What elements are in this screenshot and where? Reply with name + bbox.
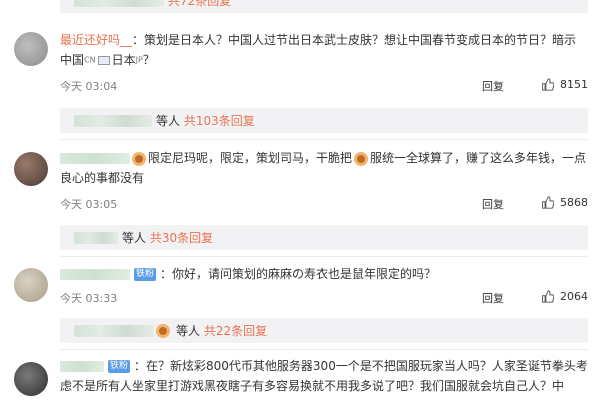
comment-content: 限定尼玛呢，限定，策划司马，干脆把 [148,151,353,165]
comment-text: 最近还好吗__：策划是日本人？中国人过节出日本武士皮肤？想让中国春节变成日本的节… [60,30,588,71]
reply-button[interactable]: 回复 [482,196,504,212]
like-button[interactable]: 8151 [541,78,588,91]
reply-summary-bar[interactable]: 等人 共103条回复 [60,108,588,133]
reply-summary-bar[interactable]: 共72条回复 [60,0,588,13]
reply-summary: 等人 共103条回复 [156,114,255,128]
reply-count-link[interactable]: 共22条回复 [204,324,267,338]
comment-content-end: ？ [142,53,155,67]
avatar[interactable] [14,362,48,396]
reply-summary-bar[interactable]: 等人 共22条回复 [60,318,588,343]
reply-summary: 等人 共30条回复 [122,231,214,245]
comment-text: 铁粉 ：在？新炫彩800代币其他服务器300一个是不把国服玩家当人吗？人家圣诞节拳… [60,356,588,396]
like-count: 2064 [560,290,588,303]
avatar[interactable] [14,268,48,302]
blurred-usernames [74,324,154,337]
sticker-icon [354,151,369,166]
comment-text: 限定尼玛呢，限定，策划司马，干脆把 服统一全球算了，赚了这么多年钱，一点良心的事都… [60,148,588,188]
username-link[interactable] [60,269,130,280]
reply-count-link[interactable]: 共72条回复 [168,0,231,9]
jp-label: JP [135,55,143,65]
thumbs-up-icon [542,196,554,209]
blurred-usernames [74,0,164,7]
sticker-icon [156,323,170,338]
comment-content: ：在？新炫彩800代币其他服务器300一个是不把国服玩家当人吗？人家圣诞节拳头考… [60,359,588,393]
reply-summary-bar[interactable]: 等人 共30条回复 [60,225,588,250]
reply-count-link[interactable]: 共103条回复 [184,114,255,128]
like-count: 5868 [560,196,588,209]
comment-content-mid: 日本 [111,53,136,67]
divider [60,349,588,350]
reply-button[interactable]: 回复 [482,290,504,306]
reply-summary: 等人 共22条回复 [176,324,268,338]
username-link[interactable] [60,153,130,164]
thumbs-up-icon [542,78,554,91]
timestamp: 今天 03:33 [60,292,118,305]
comment-meta: 今天 03:05 回复 5868 [60,196,588,212]
fan-badge: 铁粉 [134,268,157,281]
timestamp: 今天 03:04 [60,80,118,93]
cn-label: CN [84,55,96,65]
like-button[interactable]: 5868 [541,196,588,209]
reply-button[interactable]: 回复 [482,78,504,94]
fan-badge-icon [132,151,146,166]
divider [60,139,588,140]
like-button[interactable]: 2064 [541,290,588,303]
flag-icon [97,56,110,65]
avatar[interactable] [14,32,48,66]
fan-badge: 铁粉 [108,360,131,373]
username-link[interactable]: 最近还好吗__ [60,33,132,47]
timestamp: 今天 03:05 [60,198,118,211]
comment-meta: 今天 03:04 回复 8151 [60,78,588,94]
thumbs-up-icon [542,290,554,303]
divider [60,256,588,257]
comment-meta: 今天 03:33 回复 2064 [60,290,588,306]
blurred-usernames [74,114,152,127]
username-link[interactable] [60,361,104,372]
avatar[interactable] [14,152,48,186]
comment-content: ：你好，请问策划的麻麻の寿衣也是鼠年限定的吗？ [160,267,437,281]
comment-text: 铁粉 ：你好，请问策划的麻麻の寿衣也是鼠年限定的吗？ [60,264,588,284]
like-count: 8151 [560,78,588,91]
blurred-usernames [74,231,118,244]
reply-count-link[interactable]: 共30条回复 [150,231,213,245]
